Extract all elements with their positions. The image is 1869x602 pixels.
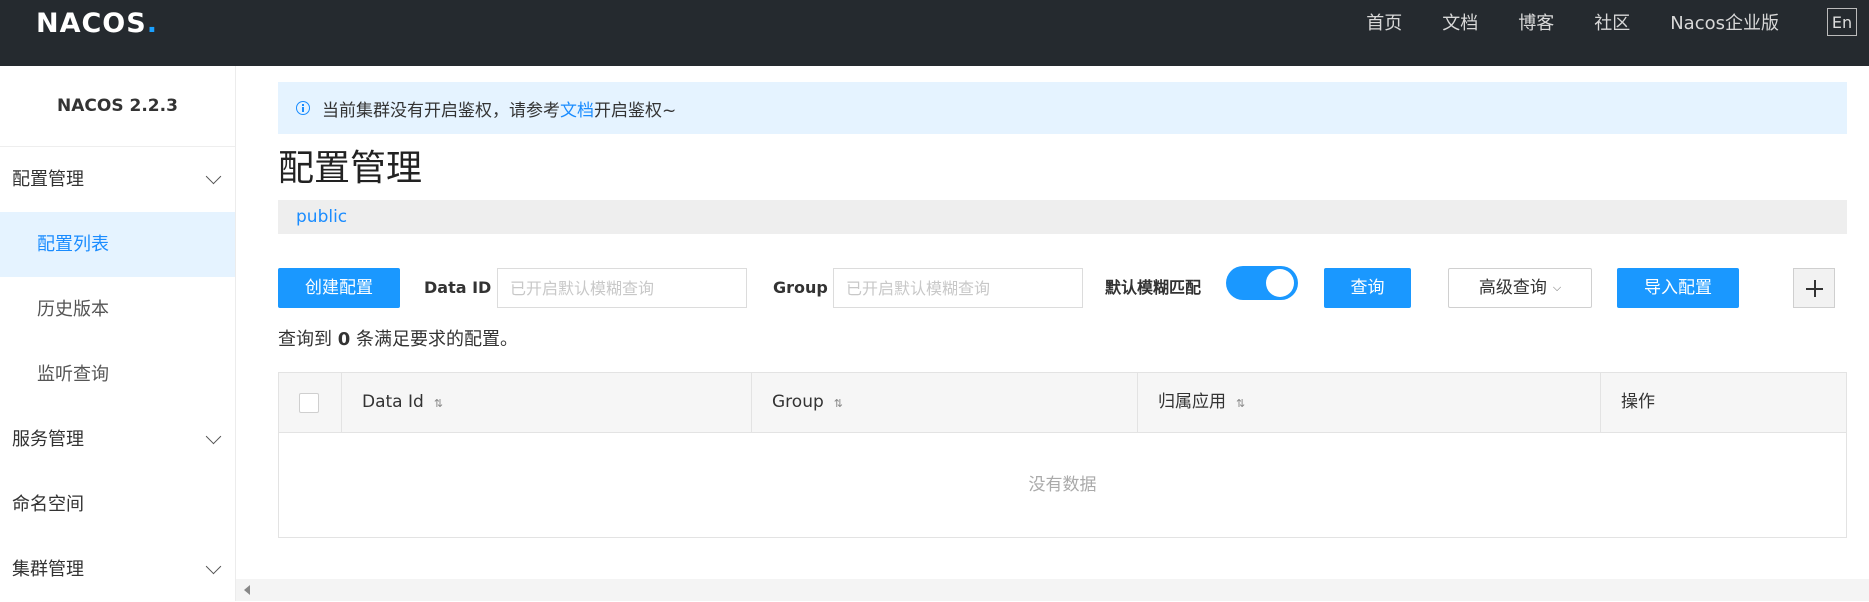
- create-config-button[interactable]: 创建配置: [278, 268, 400, 308]
- advanced-query-label: 高级查询: [1478, 278, 1547, 298]
- column-header-dataid[interactable]: Data Id ⇅: [342, 373, 752, 432]
- sidebar-item-cluster-management[interactable]: 集群管理: [0, 537, 235, 602]
- nav-home[interactable]: 首页: [1366, 12, 1402, 36]
- sidebar-item-label: 命名空间: [12, 494, 84, 515]
- sidebar-item-config-list[interactable]: 配置列表: [0, 212, 235, 277]
- select-all-cell: [279, 373, 342, 432]
- top-navbar: NACOS. 首页 文档 博客 社区 Nacos企业版 En: [0, 0, 1869, 66]
- version-label: NACOS 2.2.3: [0, 66, 235, 147]
- namespace-tab-public[interactable]: public: [296, 207, 347, 227]
- scroll-left-icon[interactable]: [244, 585, 250, 595]
- dataid-search-input[interactable]: [497, 268, 747, 308]
- toggle-knob: [1266, 269, 1294, 297]
- sidebar-item-label: 监听查询: [37, 364, 109, 385]
- column-label: 操作: [1621, 392, 1655, 412]
- result-prefix: 查询到: [278, 329, 338, 350]
- language-switch-button[interactable]: En: [1827, 8, 1857, 36]
- auth-notice: 当前集群没有开启鉴权，请参考 文档 开启鉴权~: [278, 82, 1847, 134]
- main-content: 当前集群没有开启鉴权，请参考 文档 开启鉴权~ 配置管理 public 创建配置 D…: [236, 66, 1869, 601]
- nav-enterprise[interactable]: Nacos企业版: [1670, 12, 1779, 36]
- sidebar-item-label: 历史版本: [37, 299, 109, 320]
- group-label: Group: [773, 278, 828, 297]
- import-config-button[interactable]: 导入配置: [1617, 268, 1739, 308]
- sort-icon[interactable]: ⇅: [834, 397, 843, 410]
- result-summary: 查询到 0 条满足要求的配置。: [278, 328, 518, 352]
- column-label: Data Id: [362, 392, 424, 412]
- config-table: Data Id ⇅ Group ⇅ 归属应用 ⇅ 操作 没有数据: [278, 372, 1847, 538]
- sidebar-item-namespace[interactable]: 命名空间: [0, 472, 235, 537]
- namespace-bar: public: [278, 200, 1847, 234]
- notice-text-after: 开启鉴权~: [594, 100, 677, 121]
- nav-community[interactable]: 社区: [1594, 12, 1630, 36]
- sidebar-item-history[interactable]: 历史版本: [0, 277, 235, 342]
- page-title: 配置管理: [278, 148, 423, 189]
- sidebar-item-service-management[interactable]: 服务管理: [0, 407, 235, 472]
- table-header: Data Id ⇅ Group ⇅ 归属应用 ⇅ 操作: [279, 373, 1846, 433]
- plus-icon[interactable]: [1793, 268, 1835, 308]
- chevron-down-icon: [205, 428, 222, 445]
- notice-text-before: 当前集群没有开启鉴权，请参考: [322, 100, 560, 121]
- sidebar-item-config-management[interactable]: 配置管理: [0, 147, 235, 212]
- group-search-input[interactable]: [833, 268, 1083, 308]
- chevron-down-icon: [205, 168, 222, 185]
- result-suffix: 条满足要求的配置。: [350, 329, 518, 350]
- select-all-checkbox[interactable]: [299, 393, 319, 413]
- nav-blog[interactable]: 博客: [1518, 12, 1554, 36]
- sidebar-item-listener-query[interactable]: 监听查询: [0, 342, 235, 407]
- docs-link[interactable]: 文档: [560, 96, 594, 121]
- horizontal-scrollbar[interactable]: [236, 579, 1869, 601]
- column-header-group[interactable]: Group ⇅: [752, 373, 1138, 432]
- column-header-actions: 操作: [1601, 373, 1846, 432]
- logo-text: NACOS: [36, 7, 147, 39]
- sidebar-item-label: 服务管理: [12, 429, 84, 450]
- advanced-query-button[interactable]: 高级查询 ⌵: [1448, 268, 1592, 308]
- sidebar-item-label: 配置列表: [37, 234, 109, 255]
- dataid-label: Data ID: [424, 278, 492, 297]
- logo-dot: .: [146, 7, 158, 39]
- result-count: 0: [337, 329, 351, 350]
- sidebar-item-label: 集群管理: [12, 559, 84, 580]
- fuzzy-match-label: 默认模糊匹配: [1105, 278, 1202, 297]
- top-nav-links: 首页 文档 博客 社区 Nacos企业版: [1326, 12, 1779, 36]
- column-label: Group: [772, 392, 824, 412]
- search-toolbar: 创建配置 Data ID Group 默认模糊匹配 查询 高级查询 ⌵ 导入配置: [278, 266, 1847, 308]
- sidebar-item-label: 配置管理: [12, 169, 84, 190]
- column-label: 归属应用: [1158, 392, 1226, 412]
- column-header-app[interactable]: 归属应用 ⇅: [1138, 373, 1601, 432]
- sort-icon[interactable]: ⇅: [1236, 397, 1245, 410]
- nav-docs[interactable]: 文档: [1442, 12, 1478, 36]
- sidebar: NACOS 2.2.3 配置管理 配置列表 历史版本 监听查询 服务管理 命名空…: [0, 66, 236, 601]
- empty-state: 没有数据: [1028, 475, 1097, 495]
- sort-icon[interactable]: ⇅: [434, 397, 443, 410]
- fuzzy-match-toggle[interactable]: [1226, 266, 1298, 300]
- query-button[interactable]: 查询: [1324, 268, 1411, 308]
- nacos-logo[interactable]: NACOS.: [36, 7, 158, 39]
- chevron-down-icon: ⌵: [1552, 281, 1562, 294]
- info-icon: [296, 101, 310, 115]
- chevron-down-icon: [205, 558, 222, 575]
